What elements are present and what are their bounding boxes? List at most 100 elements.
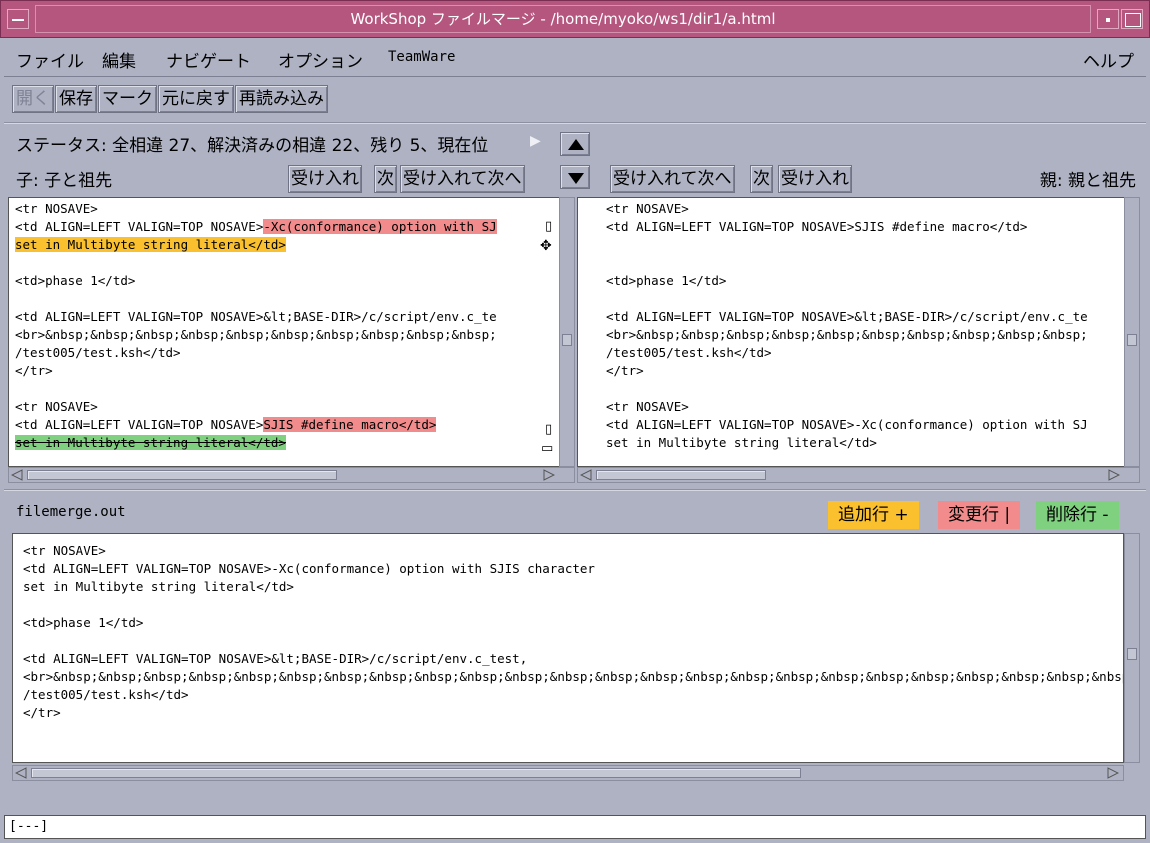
left-vertical-scrollbar[interactable]: [559, 197, 575, 467]
pane-divider[interactable]: [4, 489, 1146, 491]
message-bar: [---]: [4, 815, 1146, 839]
menu-edit[interactable]: 編集: [102, 47, 136, 72]
code-line: <tr NOSAVE>: [606, 200, 1118, 218]
scroll-thumb[interactable]: [27, 470, 337, 480]
right-accept-button[interactable]: 受け入れ: [778, 165, 852, 193]
highlighted-text: set in Multibyte string literal</td>: [15, 237, 286, 252]
code-line: <br>&nbsp;&nbsp;&nbsp;&nbsp;&nbsp;&nbsp;…: [606, 326, 1118, 344]
reload-button[interactable]: 再読み込み: [235, 85, 328, 113]
code-line: <tr NOSAVE>: [606, 398, 1118, 416]
code-line: <br>&nbsp;&nbsp;&nbsp;&nbsp;&nbsp;&nbsp;…: [23, 668, 1123, 686]
menu-bar: ファイル 編集 ナビゲート オプション TeamWare ヘルプ: [4, 39, 1146, 77]
undo-button[interactable]: 元に戻す: [158, 85, 234, 113]
code-line: <td ALIGN=LEFT VALIGN=TOP NOSAVE>-Xc(con…: [606, 416, 1118, 434]
scroll-right-icon[interactable]: [543, 469, 555, 481]
code-text: <br>&nbsp;&nbsp;&nbsp;&nbsp;&nbsp;&nbsp;…: [606, 327, 1088, 342]
code-text: </tr>: [15, 363, 53, 378]
scroll-left-icon[interactable]: [11, 469, 23, 481]
scroll-left-icon[interactable]: [15, 767, 27, 779]
code-text: <td ALIGN=LEFT VALIGN=TOP NOSAVE>: [15, 219, 264, 234]
left-accept-next-button[interactable]: 受け入れて次へ: [400, 165, 525, 193]
code-line: <tr NOSAVE>: [15, 200, 556, 218]
code-text: <br>&nbsp;&nbsp;&nbsp;&nbsp;&nbsp;&nbsp;…: [23, 669, 1124, 684]
scroll-thumb[interactable]: [596, 470, 766, 480]
code-text: <td ALIGN=LEFT VALIGN=TOP NOSAVE>SJIS #d…: [606, 219, 1028, 234]
scroll-right-icon[interactable]: [1108, 469, 1120, 481]
right-pane-label: 親: 親と祖先: [1039, 171, 1136, 191]
menu-help[interactable]: ヘルプ: [1083, 47, 1134, 72]
code-line: set in Multibyte string literal</td>: [606, 434, 1118, 452]
scroll-thumb[interactable]: [1127, 334, 1137, 346]
code-line: /test005/test.ksh</td>: [15, 344, 556, 362]
window-menu-icon[interactable]: [7, 9, 29, 29]
code-text: </tr>: [606, 363, 644, 378]
left-horizontal-scrollbar[interactable]: [8, 467, 575, 483]
right-accept-next-button[interactable]: 受け入れて次へ: [610, 165, 735, 193]
left-text-pane[interactable]: <tr NOSAVE> <td ALIGN=LEFT VALIGN=TOP NOS…: [8, 197, 563, 467]
prev-diff-button[interactable]: [560, 132, 590, 156]
left-next-button[interactable]: 次: [374, 165, 397, 193]
highlighted-text: set in Multibyte string literal</td>: [15, 435, 286, 450]
code-text: <br>&nbsp;&nbsp;&nbsp;&nbsp;&nbsp;&nbsp;…: [15, 327, 497, 342]
minimize-icon[interactable]: [1097, 9, 1119, 29]
code-text: <td ALIGN=LEFT VALIGN=TOP NOSAVE>&lt;BAS…: [15, 309, 497, 324]
open-button[interactable]: 開く: [12, 85, 54, 113]
code-line: </tr>: [606, 362, 1118, 380]
scroll-thumb[interactable]: [31, 768, 801, 778]
mark-button[interactable]: マーク: [98, 85, 157, 113]
code-text: <tr NOSAVE>: [15, 201, 98, 216]
diff-mark-icon: ▯: [545, 219, 553, 234]
scroll-right-icon[interactable]: [1107, 767, 1119, 779]
highlighted-text: -Xc(conformance) option with SJ: [263, 219, 497, 234]
code-text: <td ALIGN=LEFT VALIGN=TOP NOSAVE>-Xc(con…: [23, 561, 595, 576]
diff-deleted-icon: ▭: [541, 441, 554, 456]
right-text-pane[interactable]: <tr NOSAVE> <td ALIGN=LEFT VALIGN=TOP NOS…: [577, 197, 1125, 467]
code-text: set in Multibyte string literal</td>: [606, 435, 877, 450]
code-text: <tr NOSAVE>: [606, 201, 689, 216]
diff-mark-icon: ▯: [545, 422, 553, 437]
toolbar-divider: [4, 122, 1146, 124]
code-text: <td ALIGN=LEFT VALIGN=TOP NOSAVE>&lt;BAS…: [606, 309, 1088, 324]
scroll-left-icon[interactable]: [580, 469, 592, 481]
code-text: set in Multibyte string literal</td>: [23, 579, 294, 594]
code-line: <br>&nbsp;&nbsp;&nbsp;&nbsp;&nbsp;&nbsp;…: [15, 326, 556, 344]
code-line: set in Multibyte string literal</td>: [15, 434, 556, 452]
code-text: <td ALIGN=LEFT VALIGN=TOP NOSAVE>: [15, 417, 264, 432]
code-text: <tr NOSAVE>: [23, 543, 106, 558]
code-line: <td ALIGN=LEFT VALIGN=TOP NOSAVE>-Xc(con…: [15, 218, 556, 236]
output-horizontal-scrollbar[interactable]: [12, 765, 1124, 781]
status-more-icon: ▶: [530, 133, 541, 149]
code-line: <td ALIGN=LEFT VALIGN=TOP NOSAVE>SJIS #d…: [606, 218, 1118, 236]
right-next-button[interactable]: 次: [750, 165, 773, 193]
output-text-pane[interactable]: <tr NOSAVE> <td ALIGN=LEFT VALIGN=TOP NOS…: [12, 533, 1124, 763]
menu-teamware[interactable]: TeamWare: [388, 49, 455, 65]
code-text: /test005/test.ksh</td>: [606, 345, 772, 360]
legend-deleted: 削除行 -: [1036, 501, 1119, 529]
code-line: </tr>: [23, 704, 1113, 722]
code-line: <td>phase 1</td>: [23, 614, 1113, 632]
output-vertical-scrollbar[interactable]: [1124, 533, 1140, 763]
code-text: </tr>: [23, 705, 61, 720]
window-title: WorkShop ファイルマージ - /home/myoko/ws1/dir1/…: [35, 5, 1091, 33]
code-line: /test005/test.ksh</td>: [23, 686, 1113, 704]
left-accept-button[interactable]: 受け入れ: [288, 165, 362, 193]
menu-file[interactable]: ファイル: [16, 47, 84, 72]
maximize-icon[interactable]: [1121, 9, 1143, 29]
output-filename: filemerge.out: [16, 504, 126, 520]
code-text: <tr NOSAVE>: [606, 399, 689, 414]
title-bar[interactable]: WorkShop ファイルマージ - /home/myoko/ws1/dir1/…: [0, 0, 1150, 38]
next-diff-button[interactable]: [560, 165, 590, 189]
scroll-thumb[interactable]: [562, 334, 572, 346]
menu-navigate[interactable]: ナビゲート: [166, 47, 251, 72]
save-button[interactable]: 保存: [55, 85, 97, 113]
code-line: set in Multibyte string literal</td>: [15, 236, 556, 254]
toolbar: 開く 保存 マーク 元に戻す 再読み込み: [12, 85, 329, 115]
right-vertical-scrollbar[interactable]: [1124, 197, 1140, 467]
code-text: <td>phase 1</td>: [606, 273, 727, 288]
right-horizontal-scrollbar[interactable]: [577, 467, 1140, 483]
scroll-thumb[interactable]: [1127, 648, 1137, 660]
menu-options[interactable]: オプション: [278, 47, 363, 72]
